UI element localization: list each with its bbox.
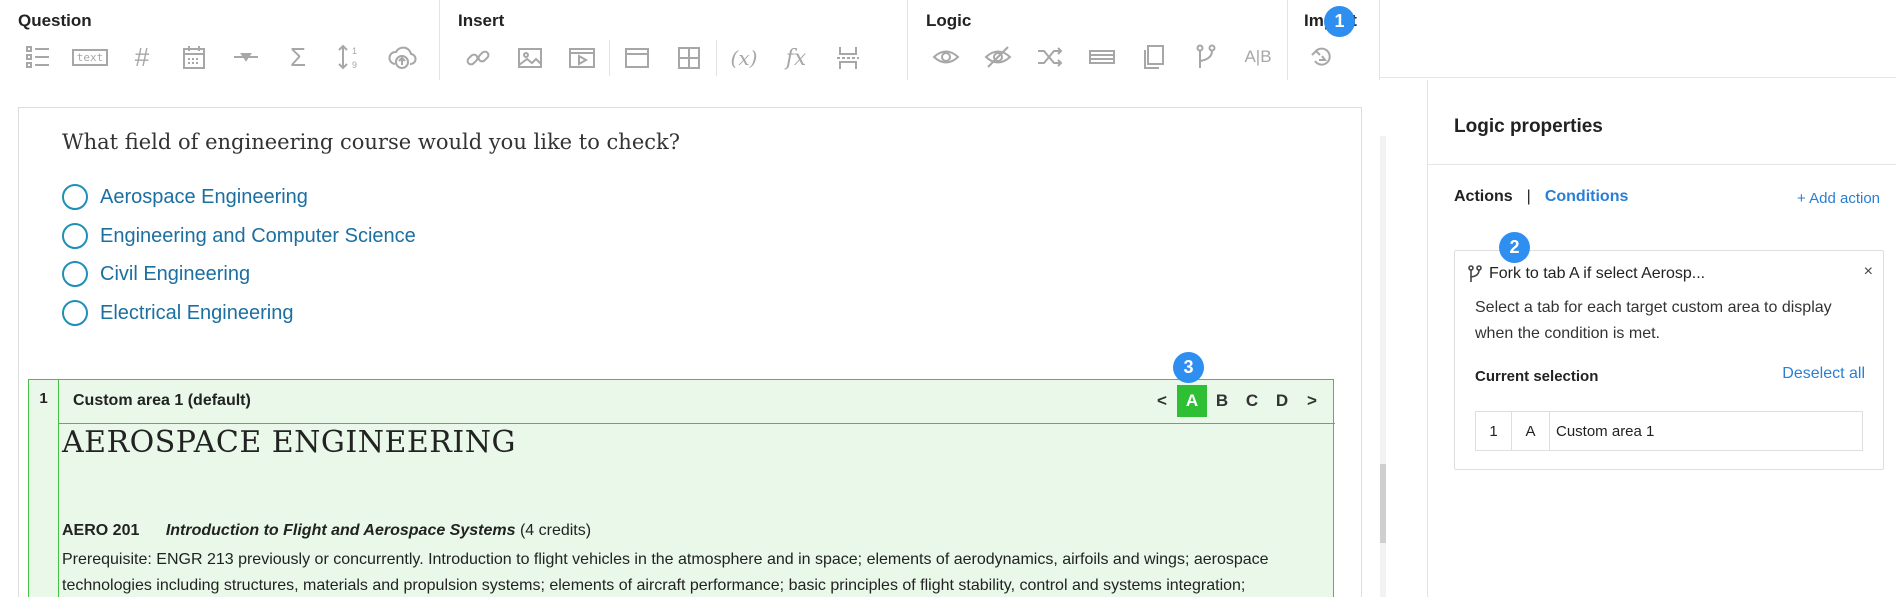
action-card: Fork to tab A if select Aerosp... × Sele… [1454, 250, 1884, 470]
custom-area-number: 1 [29, 380, 59, 597]
course-credits: (4 credits) [519, 522, 592, 539]
panel-title: Logic properties [1454, 116, 1603, 137]
area-heading: AEROSPACE ENGINEERING [62, 425, 516, 460]
fork-icon [1468, 265, 1482, 282]
fork-icon[interactable] [1180, 40, 1232, 74]
tab-a[interactable]: A [1177, 385, 1207, 417]
show-icon[interactable] [920, 40, 972, 74]
slider-icon[interactable] [220, 40, 272, 74]
number-icon[interactable]: # [116, 40, 168, 74]
import-icon[interactable] [1296, 40, 1348, 74]
step-badge-1: 1 [1324, 6, 1355, 37]
question-group: Question text # Σ 19 [0, 0, 440, 80]
logic-properties-panel: Logic properties Actions | Conditions + … [1427, 80, 1896, 597]
close-icon[interactable]: × [1864, 263, 1873, 281]
selection-row[interactable]: 1 A Custom area 1 [1475, 411, 1863, 451]
option-label: Electrical Engineering [100, 301, 294, 324]
tab-prev[interactable]: < [1147, 385, 1177, 417]
selection-row-number: 1 [1476, 412, 1512, 450]
radio-button[interactable] [62, 184, 88, 210]
editor-scrollbar[interactable] [1380, 136, 1386, 597]
svg-text:9: 9 [352, 60, 357, 70]
svg-text:1: 1 [352, 46, 357, 56]
action-card-title[interactable]: Fork to tab A if select Aerosp... [1467, 265, 1705, 283]
radio-button[interactable] [62, 223, 88, 249]
course-line: AERO 201 Introduction to Flight and Aero… [62, 522, 591, 540]
course-description: Prerequisite: ENGR 213 previously or con… [62, 551, 1269, 594]
action-help-text: Select a tab for each target custom area… [1475, 299, 1832, 342]
tab-next[interactable]: > [1297, 385, 1327, 417]
table-icon[interactable] [663, 41, 715, 75]
step-badge-3: 3 [1173, 352, 1204, 383]
sum-icon[interactable]: Σ [272, 40, 324, 74]
scrollbar-thumb[interactable] [1380, 464, 1386, 543]
insert-group: Insert (x) fx [440, 0, 908, 80]
upload-cloud-icon[interactable] [376, 40, 428, 74]
step-badge-2: 2 [1499, 232, 1530, 263]
divider [609, 40, 610, 76]
tab-b[interactable]: B [1207, 385, 1237, 417]
page-break-icon[interactable] [822, 41, 874, 75]
selection-row-tab: A [1512, 412, 1550, 450]
deselect-all-link[interactable]: Deselect all [1782, 365, 1865, 383]
option-label: Engineering and Computer Science [100, 224, 416, 247]
radio-button[interactable] [62, 300, 88, 326]
calendar-icon[interactable] [168, 40, 220, 74]
option-electrical[interactable]: Electrical Engineering [62, 300, 293, 326]
copy-icon[interactable] [1128, 40, 1180, 74]
text-field-icon[interactable]: text [64, 40, 116, 74]
layout-icon[interactable] [611, 41, 663, 75]
tab-actions[interactable]: Actions [1454, 188, 1513, 206]
panel-tabs: Actions | Conditions [1454, 188, 1628, 206]
custom-area-header: Custom area 1 (default) < A B C D > [59, 380, 1335, 424]
variable-icon[interactable]: (x) [718, 41, 770, 75]
option-label: Aerospace Engineering [100, 185, 308, 208]
add-action-button[interactable]: + Add action [1797, 190, 1880, 207]
action-card-label: Fork to tab A if select Aerosp... [1489, 265, 1706, 282]
shuffle-icon[interactable] [1024, 40, 1076, 74]
course-title: Introduction to Flight and Aerospace Sys… [165, 522, 516, 539]
ranking-icon[interactable]: 19 [324, 40, 376, 74]
tab-c[interactable]: C [1237, 385, 1267, 417]
custom-area-tabs: < A B C D > [1147, 385, 1327, 417]
panel-header-area [1380, 0, 1896, 78]
option-aerospace[interactable]: Aerospace Engineering [62, 184, 308, 210]
tab-separator: | [1526, 188, 1531, 205]
logic-group: Logic A|B 1 [908, 0, 1355, 80]
link-icon[interactable] [452, 41, 504, 75]
hide-icon[interactable] [972, 40, 1024, 74]
course-code: AERO 201 [62, 522, 140, 539]
option-label: Civil Engineering [100, 262, 251, 285]
block-icon[interactable] [1076, 40, 1128, 74]
question-group-title: Question [18, 11, 92, 30]
image-icon[interactable] [504, 41, 556, 75]
toolbar: Question text # Σ 19 Insert (x) fx Logic… [0, 0, 1380, 80]
function-icon[interactable]: fx [770, 41, 822, 75]
current-selection-label: Current selection [1475, 368, 1599, 385]
tab-conditions[interactable]: Conditions [1545, 188, 1629, 206]
radio-button[interactable] [62, 261, 88, 287]
text-field-label: text [71, 48, 109, 66]
custom-area-title: Custom area 1 (default) [73, 392, 251, 409]
question-text: What field of engineering course would y… [62, 130, 681, 154]
option-engineering-cs[interactable]: Engineering and Computer Science [62, 223, 416, 249]
tab-d[interactable]: D [1267, 385, 1297, 417]
survey-editor: Question text # Σ 19 Insert (x) fx Logic… [0, 0, 1896, 597]
list-icon[interactable] [12, 40, 64, 74]
divider [1428, 164, 1896, 165]
logic-group-title: Logic [926, 11, 972, 30]
video-icon[interactable] [556, 41, 608, 75]
selection-row-area: Custom area 1 [1556, 422, 1655, 440]
insert-group-title: Insert [458, 11, 505, 30]
divider [716, 40, 717, 76]
option-civil[interactable]: Civil Engineering [62, 261, 250, 287]
ab-test-icon[interactable]: A|B [1232, 40, 1284, 74]
